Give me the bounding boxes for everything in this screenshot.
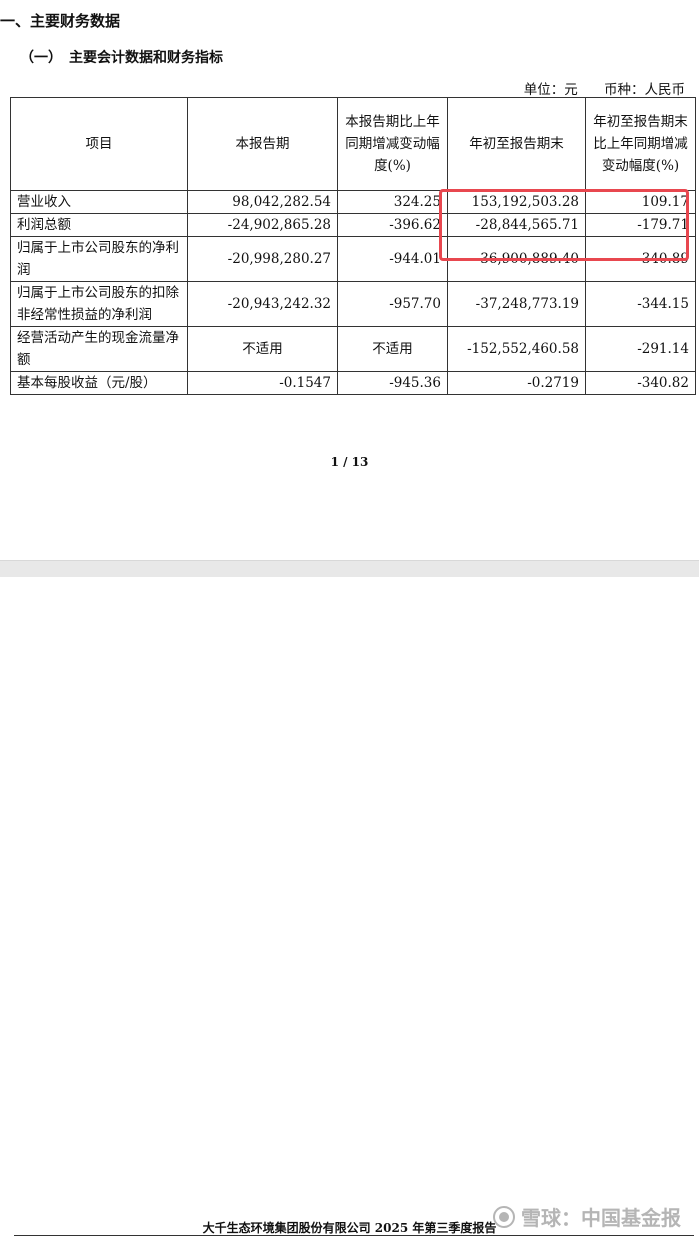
- section-title: 一、主要财务数据: [0, 12, 121, 30]
- current-change-value: -945.36: [337, 371, 448, 395]
- ytd-value: -0.2719: [447, 371, 586, 395]
- current-change-value: 324.25: [337, 190, 448, 214]
- unit-line: 单位：元 币种：人民币: [502, 78, 685, 98]
- table-header-row: 项目 本报告期 本报告期比上年同期增减变动幅度(%) 年初至报告期末 年初至报告…: [10, 97, 696, 191]
- ytd-change-value: -340.82: [585, 371, 696, 395]
- ytd-value: -37,248,773.19: [447, 281, 586, 327]
- next-page: 雪球：中国基金报 大千生态环境集团股份有限公司 2025 年第三季度报告: [0, 577, 699, 1236]
- header-item: 项目: [10, 97, 188, 191]
- row-label: 归属于上市公司股东的扣除非经常性损益的净利润: [10, 281, 188, 327]
- sub-title: （一） 主要会计数据和财务指标: [20, 50, 223, 66]
- row-label: 归属于上市公司股东的净利润: [10, 236, 188, 282]
- current-value: -20,943,242.32: [187, 281, 338, 327]
- table-row: 经营活动产生的现金流量净额 不适用 不适用 -152,552,460.58 -2…: [10, 326, 696, 372]
- current-change-value: 不适用: [337, 326, 448, 372]
- row-label: 基本每股收益（元/股）: [10, 371, 188, 395]
- table-row: 基本每股收益（元/股） -0.1547 -945.36 -0.2719 -340…: [10, 371, 696, 395]
- ytd-value: -152,552,460.58: [447, 326, 586, 372]
- unit-label: 单位：元: [523, 82, 578, 98]
- header-current-change: 本报告期比上年同期增减变动幅度(%): [337, 97, 448, 191]
- current-value: 不适用: [187, 326, 338, 372]
- row-label: 营业收入: [10, 190, 188, 214]
- ytd-change-value: -291.14: [585, 326, 696, 372]
- currency-label: 币种：人民币: [604, 82, 685, 98]
- table-row: 归属于上市公司股东的扣除非经常性损益的净利润 -20,943,242.32 -9…: [10, 281, 696, 327]
- highlight-annotation: [439, 189, 689, 261]
- header-ytd-change: 年初至报告期末比上年同期增减变动幅度(%): [585, 97, 696, 191]
- current-value: -24,902,865.28: [187, 213, 338, 237]
- header-ytd: 年初至报告期末: [447, 97, 586, 191]
- current-change-value: -944.01: [337, 236, 448, 282]
- row-label: 经营活动产生的现金流量净额: [10, 326, 188, 372]
- current-change-value: -957.70: [337, 281, 448, 327]
- report-footer: 大千生态环境集团股份有限公司 2025 年第三季度报告: [202, 1221, 497, 1235]
- page-separator: [0, 560, 699, 578]
- current-value: -0.1547: [187, 371, 338, 395]
- current-value: -20,998,280.27: [187, 236, 338, 282]
- row-label: 利润总额: [10, 213, 188, 237]
- report-page: 一、主要财务数据 （一） 主要会计数据和财务指标 单位：元 币种：人民币 项目 …: [0, 0, 699, 560]
- current-change-value: -396.62: [337, 213, 448, 237]
- ytd-change-value: -344.15: [585, 281, 696, 327]
- page-number: 1 / 13: [330, 455, 369, 469]
- current-value: 98,042,282.54: [187, 190, 338, 214]
- header-current-period: 本报告期: [187, 97, 338, 191]
